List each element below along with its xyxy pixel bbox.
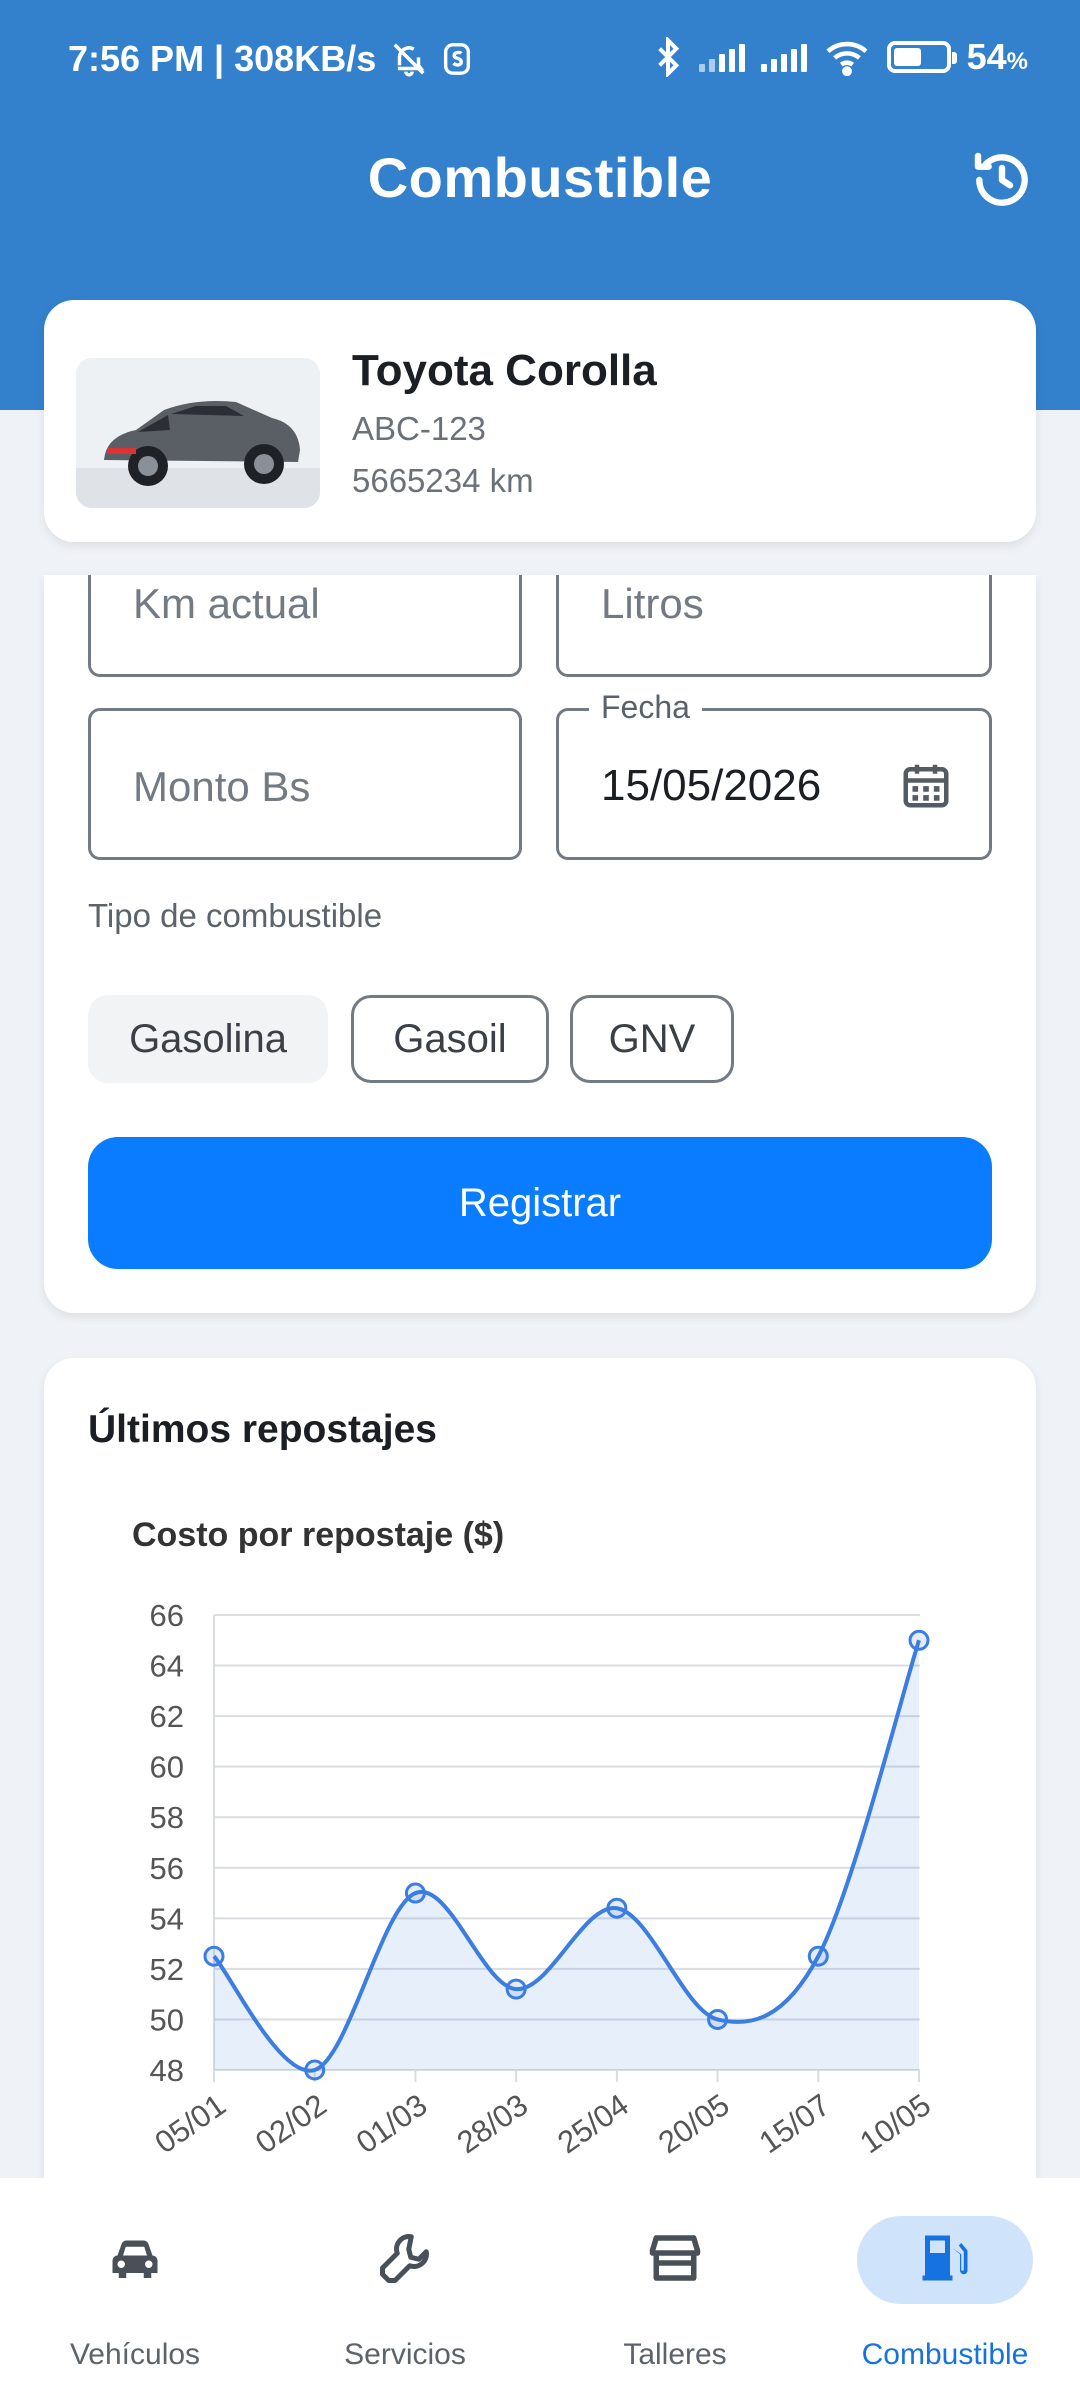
- chip-gasoil[interactable]: Gasoil: [351, 995, 549, 1083]
- store-icon: [649, 2235, 701, 2281]
- data-point: [304, 2059, 326, 2081]
- status-bar: 7:56 PM | 308KB/s 54%: [0, 0, 1080, 120]
- wrench-icon: [380, 2234, 429, 2283]
- y-tick-label: 64: [150, 1649, 184, 1684]
- register-button[interactable]: Registrar: [88, 1137, 992, 1269]
- battery-icon: [886, 41, 957, 73]
- y-tick-label: 48: [150, 2053, 184, 2088]
- status-time: 7:56 PM | 308KB/s: [68, 38, 377, 79]
- nav-talleres[interactable]: Talleres: [540, 2178, 810, 2400]
- nav-label-talleres: Talleres: [623, 2338, 727, 2371]
- battery-percent: 54%: [966, 36, 1028, 77]
- litros-input[interactable]: Litros: [556, 575, 992, 677]
- signal-icon: [698, 42, 745, 72]
- chip-gasolina[interactable]: Gasolina: [88, 995, 328, 1083]
- fuel-pump-icon: [922, 2235, 968, 2281]
- data-point: [908, 1629, 930, 1651]
- litros-placeholder: Litros: [601, 580, 704, 627]
- vehicle-name: Toyota Corolla: [352, 346, 657, 395]
- vehicle-km: 5665234 km: [352, 462, 534, 499]
- chip-gnv[interactable]: GNV: [570, 995, 734, 1083]
- y-tick-label: 60: [150, 1750, 184, 1785]
- km-placeholder: Km actual: [133, 580, 320, 627]
- data-point: [707, 2008, 729, 2030]
- x-tick-label: 15/07: [753, 2087, 837, 2160]
- km-input[interactable]: Km actual: [88, 575, 522, 677]
- y-tick-label: 58: [150, 1800, 184, 1835]
- monto-input[interactable]: Monto Bs: [88, 708, 522, 860]
- x-tick-label: 05/01: [148, 2087, 232, 2160]
- history-icon[interactable]: [970, 148, 1034, 212]
- y-tick-label: 66: [150, 1598, 184, 1633]
- x-tick-label: 20/05: [652, 2087, 736, 2160]
- bottom-nav: Vehículos Servicios Talleres Combustible: [0, 2178, 1080, 2400]
- nav-servicios[interactable]: Servicios: [270, 2178, 540, 2400]
- mute-bell-icon: [393, 43, 425, 77]
- vehicle-plate: ABC-123: [352, 410, 486, 447]
- chart-title: Costo por repostaje ($): [132, 1516, 504, 1554]
- nav-vehiculos[interactable]: Vehículos: [0, 2178, 270, 2400]
- x-tick-label: 01/03: [350, 2087, 434, 2160]
- calendar-icon[interactable]: [899, 757, 953, 813]
- data-point: [203, 1945, 225, 1967]
- x-tick-label: 02/02: [249, 2087, 333, 2160]
- nav-label-vehiculos: Vehículos: [69, 2338, 201, 2371]
- vehicle-photo: [76, 358, 320, 508]
- wifi-icon: [826, 41, 868, 76]
- x-tick-label: 28/03: [451, 2087, 535, 2160]
- data-point: [404, 1882, 426, 1904]
- series-area: [214, 1640, 919, 2071]
- signal-icon: [760, 42, 807, 72]
- x-tick-label: 25/04: [551, 2087, 635, 2160]
- bluetooth-icon: [657, 37, 679, 77]
- data-point: [606, 1897, 628, 1919]
- fuel-type-label: Tipo de combustible: [88, 897, 383, 934]
- nav-label-servicios: Servicios: [344, 2338, 466, 2371]
- y-tick-label: 56: [150, 1851, 184, 1886]
- y-tick-label: 52: [150, 1952, 184, 1987]
- nav-combustible[interactable]: Combustible: [810, 2178, 1080, 2400]
- fecha-value: 15/05/2026: [601, 761, 822, 810]
- data-point: [505, 1978, 527, 2000]
- fecha-input[interactable]: Fecha 15/05/2026: [556, 689, 992, 860]
- page-title: Combustible: [367, 146, 713, 209]
- data-point: [807, 1945, 829, 1967]
- monto-placeholder: Monto Bs: [133, 763, 311, 810]
- car-icon: [112, 2240, 158, 2278]
- cost-chart: Costo por repostaje ($) 48 50 52 54 56 58 60 62 6…: [132, 1516, 937, 2160]
- fuel-form-card: Km actual Litros Monto Bs Fecha 15/05/20…: [44, 575, 1036, 1313]
- y-tick-label: 62: [150, 1699, 184, 1734]
- history-card: Últimos repostajes Costo por repostaje (…: [44, 1358, 1036, 2258]
- vehicle-card[interactable]: Toyota Corolla ABC-123 5665234 km: [44, 300, 1036, 542]
- x-tick-label: 10/05: [853, 2087, 937, 2160]
- s-icon: [444, 43, 471, 75]
- nav-label-combustible: Combustible: [861, 2338, 1029, 2371]
- y-tick-label: 54: [150, 1901, 184, 1936]
- fecha-label: Fecha: [589, 689, 702, 726]
- y-tick-label: 50: [150, 2002, 184, 2037]
